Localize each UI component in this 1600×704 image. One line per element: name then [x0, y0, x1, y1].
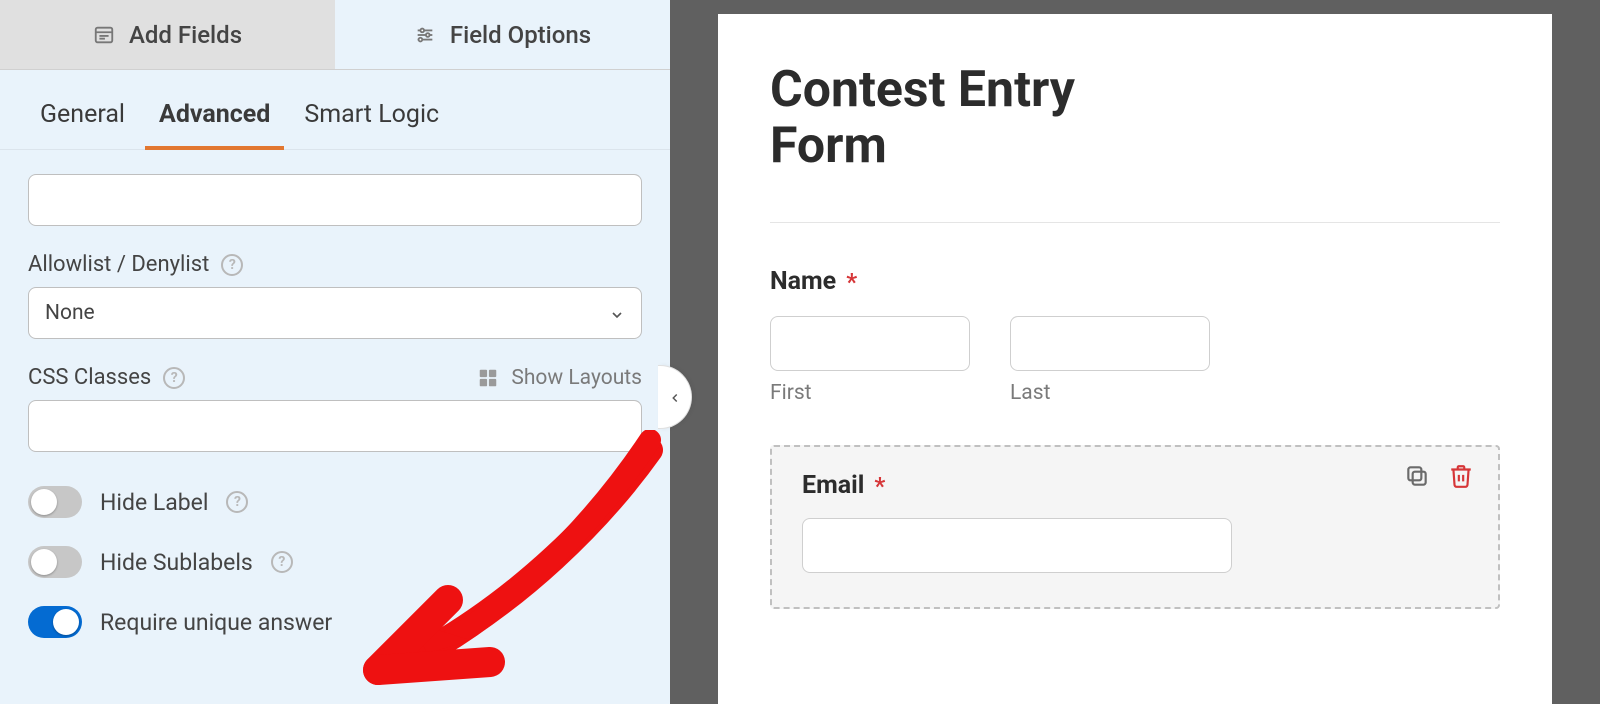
help-icon[interactable]: ? [226, 491, 248, 513]
layouts-grid-icon [477, 367, 499, 389]
field-actions [1404, 463, 1474, 489]
name-label-text: Name [770, 267, 836, 296]
css-classes-label: CSS Classes [28, 365, 151, 390]
allowlist-select[interactable]: None [28, 287, 642, 339]
form-preview-area: Contest Entry Form Name * First Last [670, 0, 1600, 704]
allowlist-label-row: Allowlist / Denylist ? [28, 252, 642, 277]
first-name-sublabel: First [770, 381, 970, 405]
toggle-require-unique-row: Require unique answer [28, 606, 642, 638]
help-icon[interactable]: ? [221, 254, 243, 276]
tab-field-options-label: Field Options [450, 21, 591, 49]
last-name-input[interactable] [1010, 316, 1210, 371]
top-tabs: Add Fields Field Options [0, 0, 670, 70]
name-field-label: Name * [770, 267, 1500, 296]
tab-add-fields[interactable]: Add Fields [0, 0, 335, 70]
tab-field-options[interactable]: Field Options [335, 0, 670, 70]
help-icon[interactable]: ? [163, 367, 185, 389]
form-title-line1: Contest Entry [770, 61, 1075, 119]
toggle-hide-sublabels[interactable] [28, 546, 82, 578]
allowlist-select-value: None [45, 301, 95, 325]
sliders-icon [414, 24, 436, 46]
required-star: * [874, 472, 885, 500]
form-title-line2: Form [770, 117, 887, 175]
toggle-require-unique-text: Require unique answer [100, 609, 332, 636]
css-classes-label-row: CSS Classes ? [28, 365, 185, 390]
help-icon[interactable]: ? [271, 551, 293, 573]
show-layouts-label: Show Layouts [511, 366, 642, 390]
field-options-sidebar: Add Fields Field Options General Advance… [0, 0, 670, 704]
email-field-block-selected[interactable]: Email * [770, 445, 1500, 609]
form-grey-icon [93, 24, 115, 46]
email-field-label: Email * [802, 471, 1468, 500]
toggle-require-unique[interactable] [28, 606, 82, 638]
required-star: * [846, 268, 857, 296]
toggle-hide-sublabels-row: Hide Sublabels ? [28, 546, 642, 578]
form-title: Contest Entry Form [770, 62, 1270, 174]
allowlist-label: Allowlist / Denylist [28, 252, 209, 277]
advanced-panel: Allowlist / Denylist ? None CSS Classes … [0, 150, 670, 658]
sub-tabs: General Advanced Smart Logic [0, 70, 670, 150]
name-field-block[interactable]: Name * First Last [770, 267, 1500, 405]
last-name-sublabel: Last [1010, 381, 1210, 405]
form-preview-page: Contest Entry Form Name * First Last [718, 14, 1552, 704]
chevron-left-icon [668, 390, 682, 404]
sub-tab-advanced[interactable]: Advanced [145, 82, 284, 149]
show-layouts-button[interactable]: Show Layouts [477, 366, 642, 390]
toggle-hide-label[interactable] [28, 486, 82, 518]
tab-add-fields-label: Add Fields [129, 21, 242, 49]
css-classes-input[interactable] [28, 400, 642, 452]
duplicate-icon[interactable] [1404, 463, 1430, 489]
toggle-hide-label-row: Hide Label ? [28, 486, 642, 518]
sub-tab-general[interactable]: General [26, 82, 139, 149]
sub-tab-smart-logic[interactable]: Smart Logic [290, 82, 453, 149]
first-name-input[interactable] [770, 316, 970, 371]
chevron-down-icon [609, 305, 625, 321]
title-divider [770, 222, 1500, 223]
toggle-hide-label-text: Hide Label [100, 489, 208, 516]
email-input[interactable] [802, 518, 1232, 573]
default-value-input[interactable] [28, 174, 642, 226]
toggle-hide-sublabels-text: Hide Sublabels [100, 549, 253, 576]
email-label-text: Email [802, 471, 864, 500]
trash-icon[interactable] [1448, 463, 1474, 489]
